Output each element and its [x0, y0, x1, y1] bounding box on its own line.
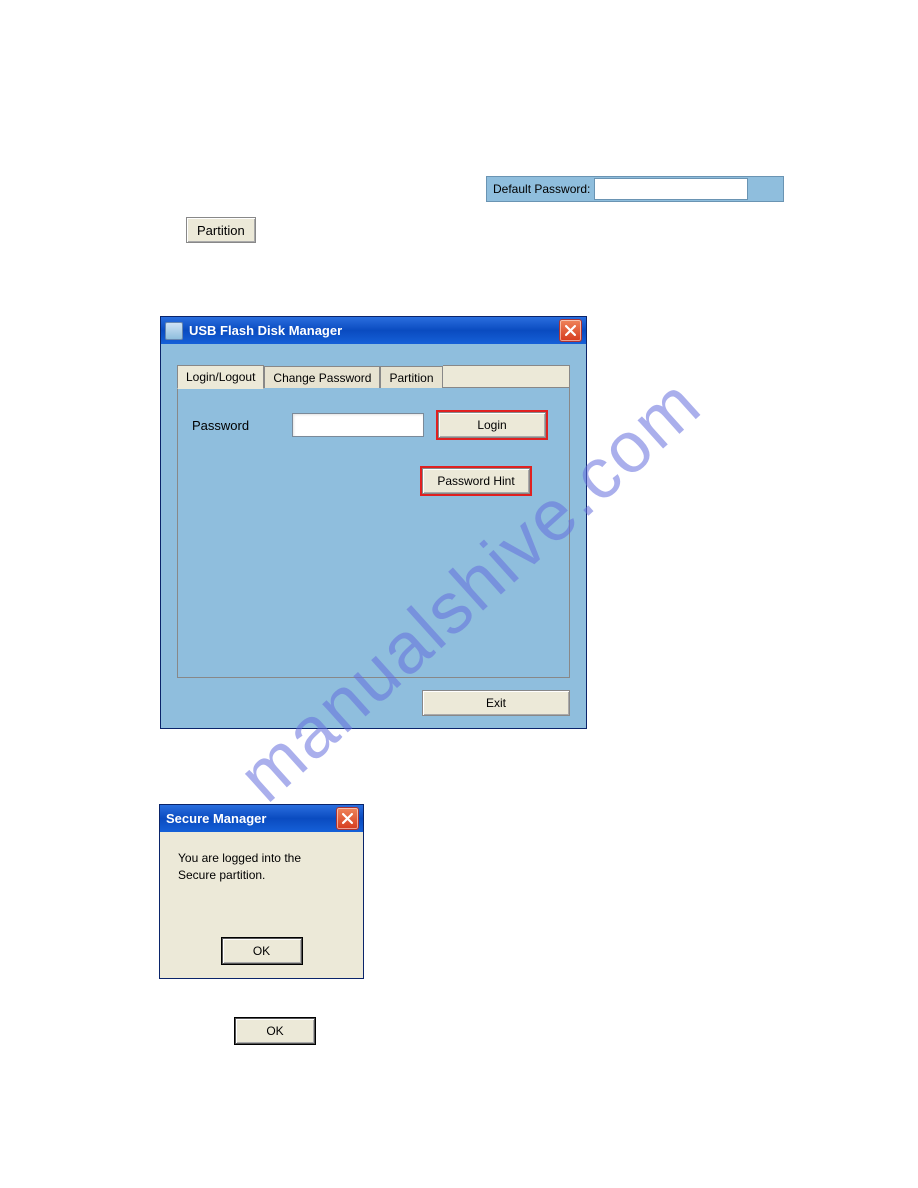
window-title: USB Flash Disk Manager [187, 323, 555, 338]
partition-button[interactable]: Partition [186, 217, 256, 243]
tab-row: Login/Logout Change Password Partition [177, 364, 570, 388]
login-button[interactable]: Login [438, 412, 546, 438]
secure-title: Secure Manager [164, 811, 332, 826]
exit-button[interactable]: Exit [422, 690, 570, 716]
close-icon [342, 813, 353, 824]
manager-window: USB Flash Disk Manager Login/Logout Chan… [160, 316, 587, 729]
default-password-label: Default Password: [487, 182, 590, 196]
secure-message-line1: You are logged into the [178, 850, 349, 867]
secure-ok-button[interactable]: OK [222, 938, 302, 964]
tabstrip-filler [443, 365, 571, 388]
password-label: Password [192, 418, 278, 433]
tab-login-logout[interactable]: Login/Logout [177, 365, 264, 389]
tab-partition[interactable]: Partition [380, 366, 442, 389]
app-icon [165, 322, 183, 340]
default-password-strip: Default Password: [486, 176, 784, 202]
default-password-input[interactable] [594, 178, 748, 200]
standalone-ok-button[interactable]: OK [235, 1018, 315, 1044]
titlebar: USB Flash Disk Manager [161, 317, 586, 344]
close-icon [565, 325, 576, 336]
password-hint-button[interactable]: Password Hint [422, 468, 530, 494]
tab-body: Password Login Password Hint [177, 388, 570, 678]
secure-message-line2: Secure partition. [178, 867, 349, 884]
password-input[interactable] [292, 413, 424, 437]
secure-close-button[interactable] [336, 807, 359, 830]
tab-change-password[interactable]: Change Password [264, 366, 380, 389]
secure-manager-dialog: Secure Manager You are logged into the S… [159, 804, 364, 979]
close-button[interactable] [559, 319, 582, 342]
secure-titlebar: Secure Manager [160, 805, 363, 832]
